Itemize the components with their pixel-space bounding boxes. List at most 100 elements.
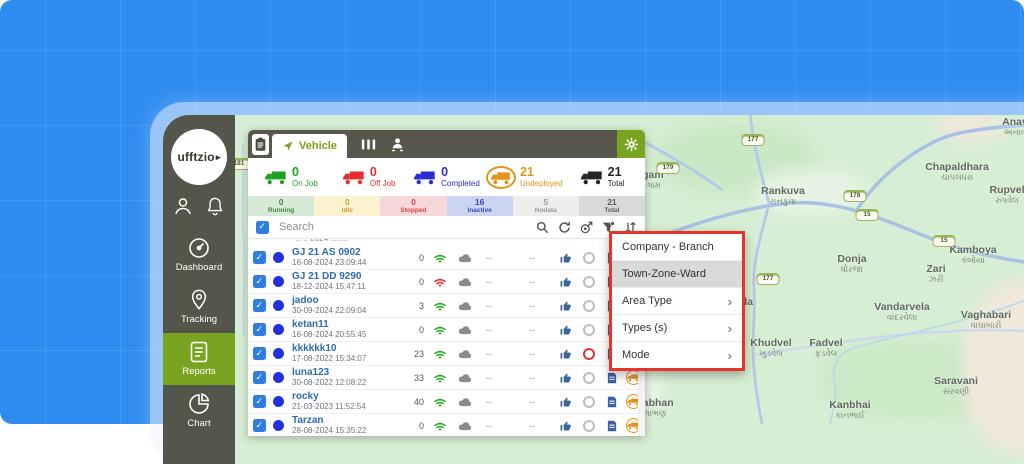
status-ring-icon[interactable] (583, 420, 595, 432)
chevron-right-icon: › (728, 322, 732, 335)
substat-stopped[interactable]: 0Stopped (380, 196, 446, 216)
row-checkbox[interactable] (253, 275, 266, 288)
cloud-icon (458, 301, 472, 311)
route-badge-15: 15 (856, 209, 879, 221)
bell-icon[interactable] (206, 196, 226, 216)
dropdown-item-company-branch[interactable]: Company - Branch (612, 234, 742, 261)
truck-icon (580, 169, 604, 185)
thumbs-up-icon[interactable] (560, 324, 572, 336)
settings-gear-button[interactable] (617, 130, 645, 158)
dropdown-item-town-zone-ward[interactable]: Town-Zone-Ward (612, 261, 742, 288)
vehicle-name[interactable]: kkkkkk10 (292, 344, 404, 355)
vehicle-name[interactable]: GJ 21 AS 0902 (292, 248, 404, 259)
table-row[interactable]: kkkkkk10 17-08-2022 15:34:07 23 -- -- (248, 342, 645, 366)
tab-vehicle[interactable]: Vehicle (272, 134, 347, 158)
sidebar-item-reports[interactable]: Reports (163, 333, 235, 385)
cloud-icon (458, 397, 472, 407)
route-badge-15: 15 (933, 235, 956, 247)
cloud-icon (458, 253, 472, 263)
dropdown-item-mode[interactable]: Mode › (612, 342, 742, 368)
substats-row: 0Running 0Idle 0Stopped 16Inactive 5Noda… (248, 196, 645, 216)
table-row[interactable]: Tarzan 28-08-2024 15:35:22 0 -- -- (248, 414, 645, 436)
row-checkbox[interactable] (253, 371, 266, 384)
wifi-icon (433, 396, 447, 407)
substat-inactive[interactable]: 16Inactive (447, 196, 513, 216)
row-checkbox[interactable] (253, 251, 266, 264)
table-row[interactable]: ketan11 16-08-2024 20:55:45 0 -- -- (248, 318, 645, 342)
refresh-icon[interactable] (558, 221, 571, 234)
person-pin-tab-icon[interactable] (390, 137, 405, 152)
vehicle-status-dot (273, 420, 284, 431)
stat-total[interactable]: 21Total (563, 166, 641, 188)
row-checkbox[interactable] (253, 395, 266, 408)
sidebar-item-tracking[interactable]: Tracking (163, 281, 235, 333)
table-row[interactable]: GJ 21 DD 9290 18-12-2024 15:47:11 0 -- -… (248, 270, 645, 294)
row-checkbox[interactable] (253, 347, 266, 360)
thumbs-up-icon[interactable] (560, 372, 572, 384)
table-row[interactable]: rocky 21-03-2023 11:52:54 40 -- -- (248, 390, 645, 414)
chevron-right-icon: › (728, 295, 732, 308)
clipboard-tab-icon[interactable] (252, 134, 269, 155)
vehicle-status-dot (273, 276, 284, 287)
status-ring-icon[interactable] (583, 324, 595, 336)
speedometer-icon (188, 237, 210, 259)
vehicle-name[interactable]: rocky (292, 392, 404, 403)
geofence-icon[interactable] (580, 221, 593, 234)
note-icon[interactable] (606, 420, 618, 432)
status-ring-icon[interactable] (583, 348, 595, 360)
row-checkbox[interactable] (253, 419, 266, 432)
vehicle-count: 40 (404, 397, 424, 407)
vehicle-name[interactable]: GJ 21 DD 9290 (292, 272, 404, 283)
select-all-checkbox[interactable] (256, 221, 269, 234)
stat-completed[interactable]: 0Completed (408, 166, 486, 188)
sidebar-item-dashboard[interactable]: Dashboard (163, 229, 235, 281)
vehicle-datetime: 16-08-2024 23:09:44 (292, 259, 404, 267)
truck-icon (342, 169, 366, 185)
table-row[interactable]: jadoo 30-09-2024 22:09:04 3 -- -- (248, 294, 645, 318)
table-row[interactable]: GJ 21 AS 0902 16-08-2024 23:09:44 0 -- -… (248, 246, 645, 270)
thumbs-up-icon[interactable] (560, 276, 572, 288)
vehicle-name[interactable]: luna123 (292, 368, 404, 379)
substat-nodata[interactable]: 5Nodata (513, 196, 579, 216)
vehicle-datetime: 28-08-2024 15:35:22 (292, 427, 404, 435)
substat-idle[interactable]: 0Idle (314, 196, 380, 216)
cloud-icon (458, 349, 472, 359)
status-ring-icon[interactable] (583, 252, 595, 264)
status-ring-icon[interactable] (583, 276, 595, 288)
vehicle-name[interactable]: ketan11 (292, 320, 404, 331)
lanes-tab-icon[interactable] (361, 137, 376, 152)
thumbs-up-icon[interactable] (560, 300, 572, 312)
app-logo[interactable]: ufftzio▸ (171, 129, 227, 185)
thumbs-up-icon[interactable] (560, 420, 572, 432)
search-input[interactable] (277, 220, 528, 234)
vehicle-name[interactable]: jadoo (292, 296, 404, 307)
substat-running[interactable]: 0Running (248, 196, 314, 216)
vehicle-datetime: 17-08-2022 15:34:07 (292, 355, 404, 363)
dropdown-item-area-type[interactable]: Area Type › (612, 288, 742, 315)
sidebar-item-chart[interactable]: Chart (163, 385, 235, 437)
sidebar-nav: Dashboard Tracking Reports Chart (163, 229, 235, 437)
user-icon[interactable] (173, 196, 193, 216)
thumbs-up-icon[interactable] (560, 348, 572, 360)
pie-icon (188, 393, 210, 415)
thumbs-up-icon[interactable] (560, 396, 572, 408)
status-ring-icon[interactable] (583, 396, 595, 408)
truck-icon (264, 169, 288, 185)
route-badge-178: 178 (844, 190, 867, 202)
row-checkbox[interactable] (253, 299, 266, 312)
status-ring-icon[interactable] (583, 372, 595, 384)
note-icon[interactable] (606, 396, 618, 408)
thumbs-up-icon[interactable] (560, 252, 572, 264)
stat-on-job[interactable]: 0On Job (252, 166, 330, 188)
substat-total[interactable]: 21Total (579, 196, 645, 216)
note-icon[interactable] (606, 372, 618, 384)
dropdown-item-types-s[interactable]: Types (s) › (612, 315, 742, 342)
vehicle-status-dot (273, 372, 284, 383)
search-icon[interactable] (536, 221, 549, 234)
vehicle-name[interactable]: Tarzan (292, 416, 404, 427)
status-ring-icon[interactable] (583, 300, 595, 312)
table-row[interactable]: luna123 30-08-2022 12:08:22 33 -- -- (248, 366, 645, 390)
stat-off-job[interactable]: 0Off Job (330, 166, 408, 188)
row-checkbox[interactable] (253, 323, 266, 336)
stat-undeployed[interactable]: 21Undeployed (485, 166, 563, 189)
